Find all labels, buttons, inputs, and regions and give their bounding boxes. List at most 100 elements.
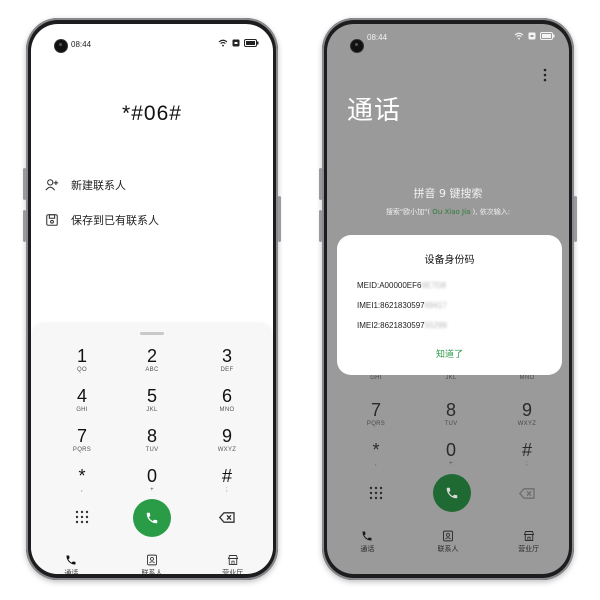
nav-contacts[interactable]: 联系人 [117, 554, 187, 574]
key-digit: 3 [221, 346, 232, 366]
meid-value: MEID:A00000EF6 [357, 281, 422, 290]
contacts-icon [443, 530, 453, 542]
call-button[interactable] [133, 499, 171, 537]
key-letters: , [375, 461, 377, 467]
backspace-icon[interactable] [519, 488, 535, 499]
key-letters: , [81, 487, 83, 493]
key-letters: TUV [145, 447, 159, 453]
dialog-title: 设备身份码 [424, 255, 475, 266]
imei1-obscured: 69417 [424, 301, 447, 310]
key-0[interactable]: 0 + [421, 440, 481, 476]
backspace-icon[interactable] [219, 512, 235, 523]
page-title: 通话 [347, 96, 402, 126]
key-digit: 9 [221, 426, 232, 446]
nav-contacts[interactable]: 联系人 [413, 530, 483, 554]
key-letters: GHI [76, 407, 88, 413]
bottom-nav: 通话 联系人 营业厅 [31, 554, 273, 574]
side-button [23, 168, 26, 200]
dialed-number: *#06# [122, 102, 182, 125]
key-digit: 7 [76, 426, 87, 446]
key-3[interactable]: 3 DEF [197, 346, 257, 382]
new-contact-action[interactable]: 新建联系人 [45, 177, 126, 193]
key-digit: 0 [146, 466, 157, 486]
drag-handle[interactable] [140, 332, 164, 335]
key-2[interactable]: 2 ABC [122, 346, 182, 382]
key-digit: * [78, 466, 86, 486]
key-9[interactable]: 9 WXYZ [197, 426, 257, 462]
power-button [278, 196, 281, 242]
key-letters: ABC [145, 367, 159, 373]
bottom-nav: 通话 联系人 营业厅 [327, 530, 569, 554]
key-digit: 1 [76, 346, 87, 366]
key-letters: PQRS [72, 447, 92, 453]
dialpad-toggle-icon[interactable] [75, 510, 89, 524]
status-bar: 08:44 [327, 24, 569, 52]
key-digit: 5 [146, 386, 157, 406]
key-letters: + [150, 487, 154, 493]
phone-icon [362, 531, 372, 541]
key-8[interactable]: 8 TUV [421, 400, 481, 436]
key-digit: # [521, 440, 532, 460]
contacts-icon [147, 554, 157, 566]
key-digit: 8 [146, 426, 157, 446]
key-star[interactable]: *, [346, 440, 406, 476]
key-digit: # [221, 466, 232, 486]
status-icons [218, 39, 259, 47]
key-star[interactable]: *, [52, 466, 112, 502]
side-button [23, 210, 26, 242]
key-letters: + [449, 461, 453, 467]
key-7[interactable]: 7 PQRS [52, 426, 112, 462]
nav-store[interactable]: 营业厅 [494, 530, 564, 554]
screen-calls: 08:44 通话 拼音 9 键搜索 搜索"欧小加"( Ou Xiao Jia )… [327, 24, 569, 574]
key-4[interactable]: 4 GHI [52, 386, 112, 422]
key-5[interactable]: 5 JKL [122, 386, 182, 422]
phone-call-icon [146, 512, 158, 524]
nav-calls[interactable]: 通话 [332, 530, 402, 554]
key-digit: 8 [445, 400, 456, 420]
imei2-obscured: 55299 [424, 321, 447, 330]
nav-store[interactable]: 营业厅 [198, 554, 268, 574]
key-letters: WXYZ [217, 447, 237, 453]
key-8[interactable]: 8 TUV [122, 426, 182, 462]
phone-call-icon [446, 487, 458, 499]
key-digit: * [372, 440, 380, 460]
status-icons [514, 32, 555, 40]
screen-dialer: 08:44 *#06# 新建联系人 保存到已有联系人 1 QO 2 ABC 3 DEF… [31, 24, 273, 574]
key-digit: 0 [445, 440, 456, 460]
nav-calls[interactable]: 通话 [36, 554, 106, 574]
power-button [574, 196, 577, 242]
imei1-line: IMEI1:862183059769417 [357, 301, 447, 310]
side-button [319, 210, 322, 242]
key-digit: 9 [521, 400, 532, 420]
status-time: 08:44 [367, 33, 388, 42]
key-digit: 6 [221, 386, 232, 406]
key-4[interactable]: GHI [346, 374, 406, 388]
key-6[interactable]: MNO [497, 374, 557, 388]
nav-calls-label: 通话 [360, 545, 375, 553]
key-letters: JKL [445, 375, 457, 381]
more-options-icon[interactable] [543, 68, 547, 82]
key-digit: 4 [76, 386, 87, 406]
camera-icon [351, 40, 363, 52]
call-button[interactable] [433, 474, 471, 512]
key-letters: PQRS [366, 421, 386, 427]
key-6[interactable]: 6 MNO [197, 386, 257, 422]
sim-icon [232, 39, 240, 47]
key-letters: MNO [219, 407, 235, 413]
key-9[interactable]: 9 WXYZ [497, 400, 557, 436]
key-digit: 7 [370, 400, 381, 420]
key-1[interactable]: 1 QO [52, 346, 112, 382]
key-hash[interactable]: #; [497, 440, 557, 476]
dialpad-toggle-icon[interactable] [369, 486, 383, 500]
meid-line: MEID:A00000EF69E7D8 [357, 281, 446, 290]
key-hash[interactable]: #; [197, 466, 257, 502]
search-hint-text: ), 依次输入: [472, 208, 511, 216]
key-0[interactable]: 0 + [122, 466, 182, 502]
key-7[interactable]: 7 PQRS [346, 400, 406, 436]
save-to-contact-action[interactable]: 保存到已有联系人 [45, 212, 159, 228]
status-time: 08:44 [71, 40, 92, 49]
dialog-ok-button[interactable]: 知道了 [337, 347, 562, 360]
status-bar: 08:44 [31, 24, 273, 52]
key-5[interactable]: JKL [421, 374, 481, 388]
add-contact-icon [45, 179, 59, 191]
